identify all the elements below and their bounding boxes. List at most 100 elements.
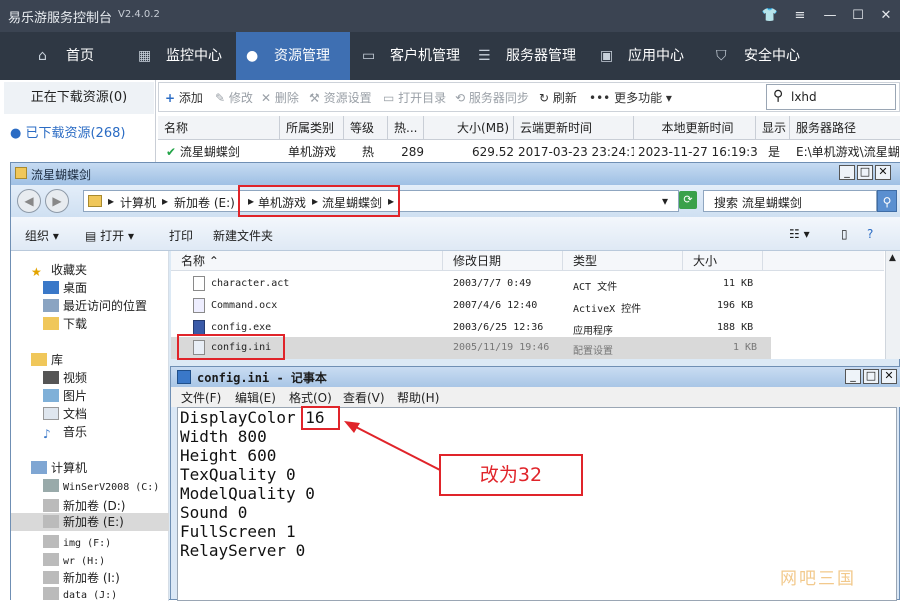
file-type: 配置设置 [573,346,613,357]
print-button[interactable]: 打印 [169,227,193,244]
refresh-icon[interactable]: ⟳ [679,191,697,209]
cell-name-text: 流星蝴蝶剑 [179,145,240,159]
col-file-name[interactable]: 名称 ⌃ [171,251,443,271]
menu-format[interactable]: 格式(O) [289,389,332,406]
col-modified[interactable]: 修改日期 [443,251,563,271]
explorer-search-input[interactable]: 搜索 流星蝴蝶剑 [703,190,877,212]
more-functions-button[interactable]: ••• 更多功能 ▾ [589,89,672,106]
open-dir-button[interactable]: ▭ 打开目录 [383,89,446,106]
edit-button[interactable]: ✎ 修改 [215,89,253,106]
nav-desktop[interactable]: 桌面 [43,279,87,296]
menu-help[interactable]: 帮助(H) [397,389,439,406]
file-type: ACT 文件 [573,282,618,293]
col-server-path[interactable]: 服务器路径 [790,116,900,140]
nav-drive-d[interactable]: 新加卷 (D:) [43,497,125,514]
nav-downloads[interactable]: 下载 [43,315,87,332]
nav-computer[interactable]: 计算机 [31,459,87,476]
file-row[interactable]: Command.ocx 2007/4/6 12:40 ActiveX 控件 19… [171,295,771,317]
nav-videos[interactable]: 视频 [43,369,87,386]
menu-view[interactable]: 查看(V) [343,389,385,406]
col-size[interactable]: 大小 [683,251,763,271]
col-local-updated[interactable]: 本地更新时间 [634,116,756,140]
nav-drive-h[interactable]: wr (H:) [43,553,105,567]
crumb-drive-e[interactable]: 新加卷 (E:) [174,194,235,211]
table-row[interactable]: ✔ 流星蝴蝶剑 单机游戏 热 289 629.52 2017-03-23 23:… [158,141,900,163]
close-button[interactable]: ✕ [876,6,896,26]
file-name: config.exe [211,322,272,333]
file-row[interactable]: character.act 2003/7/7 0:49 ACT 文件 11 KB [171,273,771,295]
crumb-computer[interactable]: 计算机 [120,194,156,211]
nav-drive-c[interactable]: WinSerV2008 (C:) [43,479,159,493]
organize-button[interactable]: 组织 ▾ [25,227,59,244]
new-folder-button[interactable]: 新建文件夹 [213,227,273,244]
resource-search-input[interactable]: ⚲ lxhd [766,84,896,110]
close-button[interactable]: ✕ [875,165,891,180]
col-type[interactable]: 类型 [563,251,683,271]
delete-button[interactable]: ✕ 删除 [261,89,299,106]
nav-drive-f[interactable]: img (F:) [43,535,111,549]
nav-drive-i[interactable]: 新加卷 (I:) [43,569,120,586]
view-options-icon[interactable]: ☷ ▾ [789,227,810,241]
nav-drive-e[interactable]: 新加卷 (E:) [11,513,169,531]
col-hot[interactable]: 热... [388,116,424,140]
col-display[interactable]: 显示 [756,116,790,140]
close-button[interactable]: ✕ [881,369,897,384]
skin-icon[interactable]: 👕 [760,6,780,26]
file-date: 2003/6/25 12:36 [453,322,544,333]
preview-pane-icon[interactable]: ▯ [841,227,848,241]
downloading-resources[interactable]: 正在下载资源(0) [4,82,154,114]
nav-recent[interactable]: 最近访问的位置 [43,297,147,314]
col-size[interactable]: 大小(MB) [424,116,514,140]
minimize-button[interactable]: _ [845,369,861,384]
col-name[interactable]: 名称 [158,116,280,140]
add-label: 添加 [178,91,203,105]
maximize-button[interactable]: □ [863,369,879,384]
notepad-title: config.ini - 记事本 [197,371,327,385]
nav-home[interactable]: ⌂ 首页 [28,32,120,80]
col-category[interactable]: 所属类别 [280,116,344,140]
history-dropdown-icon[interactable]: ▾ [662,194,668,208]
menu-file[interactable]: 文件(F) [181,389,221,406]
server-sync-button[interactable]: ⟲ 服务器同步 [455,89,529,106]
help-icon[interactable]: ? [867,227,873,241]
menu-edit[interactable]: 编辑(E) [235,389,276,406]
nav-resources[interactable]: ● 资源管理 [236,32,350,80]
resource-settings-button[interactable]: ⚒ 资源设置 [309,89,372,106]
activex-icon [193,298,205,313]
nav-libraries[interactable]: 库 [31,351,63,368]
maximize-button[interactable]: □ [857,165,873,180]
monitor-icon: ▦ [138,48,152,64]
scroll-up-icon[interactable]: ▲ [889,253,896,263]
menu-icon[interactable]: ≡ [790,6,810,26]
nav-documents[interactable]: 文档 [43,405,87,422]
add-button[interactable]: + 添加 [165,89,203,106]
nav-label: 文档 [63,407,88,421]
nav-servers[interactable]: ☰ 服务器管理 [468,32,580,80]
col-cloud-updated[interactable]: 云端更新时间 [514,116,634,140]
refresh-button[interactable]: ↻ 刷新 [539,89,577,106]
nav-label: wr (H:) [63,556,106,567]
search-icon[interactable]: ⚲ [877,190,897,212]
nav-apps[interactable]: ▣ 应用中心 [590,32,690,80]
minimize-button[interactable]: _ [839,165,855,180]
nav-clients[interactable]: ▭ 客户机管理 [352,32,464,80]
download-folder-icon [43,317,59,330]
caret-down-icon: ▾ [52,229,59,243]
nav-drive-j[interactable]: data (J:) [43,587,117,601]
minimize-button[interactable]: — [820,6,840,26]
forward-button[interactable]: ▶ [45,189,69,213]
text-line: RelayServer 0 [180,541,306,560]
nav-favorites[interactable]: ★ 收藏夹 [31,261,87,279]
col-level[interactable]: 等级 [344,116,388,140]
downloaded-resources[interactable]: ● 已下载资源(268) [4,118,154,150]
maximize-button[interactable]: ☐ [848,6,868,26]
file-list-scrollbar[interactable]: ▲ [885,251,900,359]
shield-icon: ⛉ [716,48,727,64]
open-button[interactable]: ▤ 打开 ▾ [85,227,134,244]
nav-music[interactable]: ♪ 音乐 [43,423,87,441]
nav-pictures[interactable]: 图片 [43,387,87,404]
edit-label: 修改 [228,91,253,105]
nav-security[interactable]: ⛉ 安全中心 [706,32,806,80]
back-button[interactable]: ◀ [17,189,41,213]
nav-monitor[interactable]: ▦ 监控中心 [128,32,228,80]
